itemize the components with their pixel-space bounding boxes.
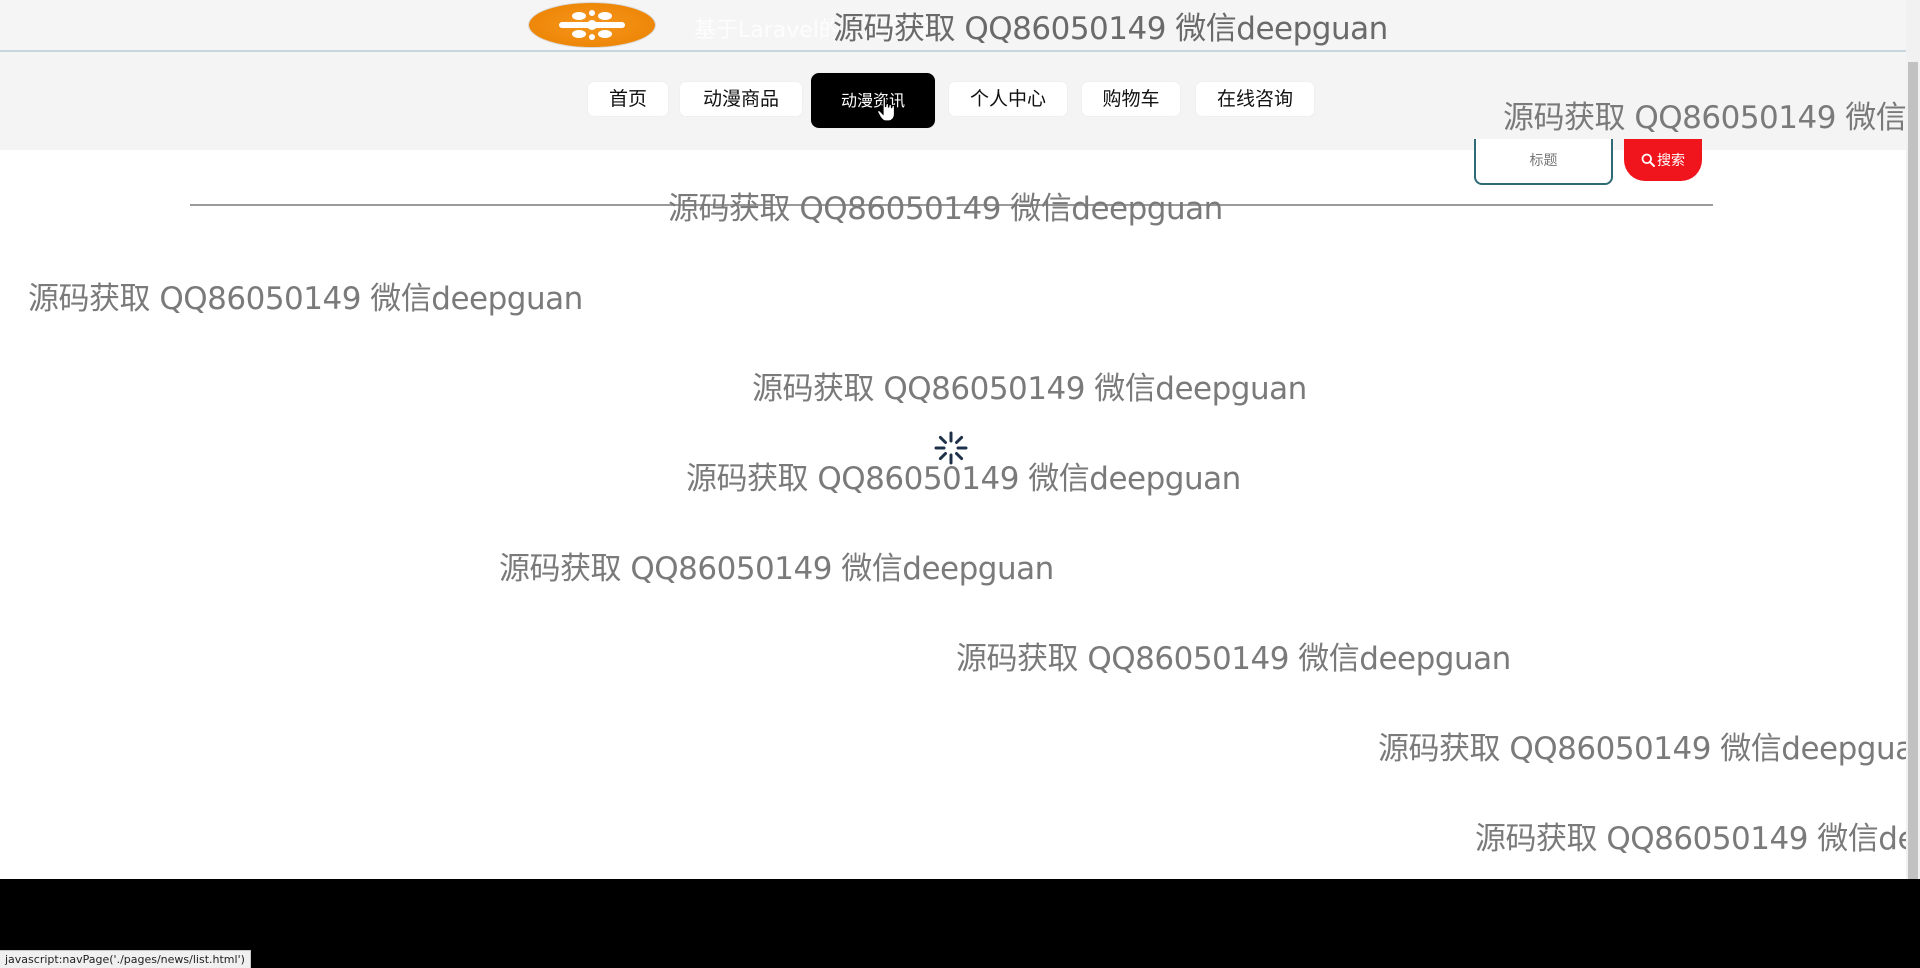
watermark-text: 源码获取 QQ86050149 微信deepguan [1475, 821, 1920, 857]
nav-item-home[interactable]: 首页 [588, 82, 668, 116]
nav-item-anime-news[interactable]: 动漫资讯 [811, 73, 935, 128]
watermark-text: 源码获取 QQ86050149 微信deepguan [752, 371, 1307, 407]
page: 基于Laravel的动漫商城 首页 动漫商品 动漫资讯 个人中心 购物车 在线咨… [0, 0, 1920, 968]
loading-spinner-icon [934, 431, 968, 465]
footer-band [0, 879, 1920, 968]
watermark-text: 源码获取 QQ86050149 微信deepguan [956, 641, 1511, 677]
scrollbar-thumb[interactable] [1908, 62, 1918, 879]
watermark-text: 源码获取 QQ86050149 微信deepguan [499, 551, 1054, 587]
watermark-text: 源码获取 QQ86050149 微信deepguan [28, 281, 583, 317]
divider [190, 204, 1713, 206]
search-icon [1641, 153, 1655, 167]
watermark-text: 源码获取 QQ86050149 微信deepguan [1378, 731, 1920, 767]
nav-item-anime-products[interactable]: 动漫商品 [680, 82, 802, 116]
hand-cursor-icon [877, 96, 896, 122]
site-title: 基于Laravel的动漫商城 [694, 18, 929, 43]
logo-icon[interactable] [529, 3, 655, 47]
search-input[interactable] [1474, 139, 1613, 185]
top-header: 基于Laravel的动漫商城 [0, 0, 1906, 52]
nav-item-online-consult[interactable]: 在线咨询 [1196, 82, 1314, 116]
search-button-label: 搜索 [1657, 153, 1685, 169]
nav-item-personal-center[interactable]: 个人中心 [949, 82, 1067, 116]
search-button[interactable]: 搜索 [1624, 139, 1702, 181]
status-bar-link: javascript:navPage('./pages/news/list.ht… [0, 950, 251, 968]
nav-item-cart[interactable]: 购物车 [1082, 82, 1180, 116]
